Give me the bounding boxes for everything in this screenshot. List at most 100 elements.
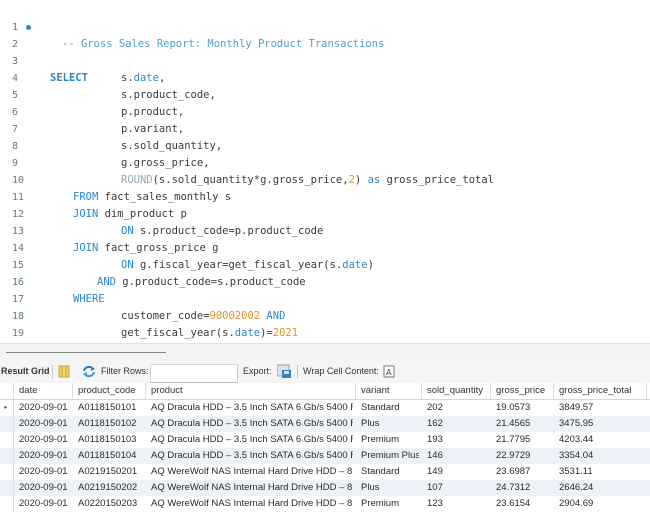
cell-product-code[interactable]: A0220150203 [78, 496, 144, 512]
cell-product-code[interactable]: A0118150103 [78, 432, 144, 448]
cell-gross-price[interactable]: 19.0573 [496, 400, 552, 416]
cell-product[interactable]: AQ Dracula HDD – 3.5 Inch SATA 6 Gb/s 54… [151, 448, 353, 464]
column-divider[interactable] [553, 383, 554, 399]
cell-sold-quantity[interactable]: 146 [427, 448, 489, 464]
cell-gross-price[interactable]: 22.9729 [496, 448, 552, 464]
cell-sold-quantity[interactable]: 193 [427, 432, 489, 448]
cell-gross-price-total[interactable]: 2904.69 [559, 496, 645, 512]
cell-product-code[interactable]: A0219150202 [78, 480, 144, 496]
cell-product[interactable]: AQ Dracula HDD – 3.5 Inch SATA 6 Gb/s 54… [151, 416, 353, 432]
cell-date[interactable]: 2020-09-01 [19, 400, 71, 416]
row-selector[interactable] [0, 464, 14, 480]
code-text: 90002002 [209, 310, 261, 322]
row-selector[interactable]: • [0, 400, 14, 416]
cell-variant[interactable]: Premium [361, 496, 419, 512]
column-header-gross-price-total[interactable]: gross_price_total [559, 383, 631, 399]
row-selector[interactable] [0, 448, 14, 464]
result-grid-tab[interactable]: Result Grid [1, 366, 50, 376]
cell-gross-price[interactable]: 24.7312 [496, 480, 552, 496]
code-line-16: 16 WHERE [0, 257, 105, 305]
cell-sold-quantity[interactable]: 149 [427, 464, 489, 480]
cell-date[interactable]: 2020-09-01 [19, 480, 71, 496]
code-text: )= [260, 327, 273, 339]
cell-product-code[interactable]: A0118150102 [78, 416, 144, 432]
cell-product[interactable]: AQ WereWolf NAS Internal Hard Drive HDD … [151, 496, 353, 512]
cell-variant[interactable]: Standard [361, 400, 419, 416]
column-divider[interactable] [145, 383, 146, 399]
cell-variant[interactable]: Premium Plus [361, 448, 419, 464]
grid-view-icon[interactable] [58, 365, 70, 380]
cell-product[interactable]: AQ WereWolf NAS Internal Hard Drive HDD … [151, 480, 353, 496]
code-text: s.sold_quantity, [121, 140, 223, 152]
column-header-sold-quantity[interactable]: sold_quantity [427, 383, 483, 399]
table-row[interactable]: 2020-09-01 A0118150102 AQ Dracula HDD – 3.… [0, 416, 650, 432]
cell-gross-price[interactable]: 21.7795 [496, 432, 552, 448]
column-divider[interactable] [355, 383, 356, 399]
code-line-9: 9 ROUND(s.sold_quantity*g.gross_price,2)… [0, 138, 494, 186]
cell-variant[interactable]: Standard [361, 464, 419, 480]
cell-gross-price-total[interactable]: 2646.24 [559, 480, 645, 496]
table-row[interactable]: 2020-09-01 A0220150203 AQ WereWolf NAS Int… [0, 496, 650, 512]
line-number: 19 [12, 328, 25, 339]
code-line-10: 10 FROM fact_sales_monthly s [0, 155, 231, 203]
cell-gross-price-total[interactable]: 3849.57 [559, 400, 645, 416]
column-header-gross-price[interactable]: gross_price [496, 383, 545, 399]
table-row[interactable]: 2020-09-01 A0118150103 AQ Dracula HDD – 3.… [0, 432, 650, 448]
cell-product[interactable]: AQ Dracula HDD – 3.5 Inch SATA 6 Gb/s 54… [151, 400, 353, 416]
splitter-grip[interactable] [6, 352, 166, 353]
cell-product[interactable]: AQ Dracula HDD – 3.5 Inch SATA 6 Gb/s 54… [151, 432, 353, 448]
export-icon[interactable] [276, 364, 292, 381]
table-row[interactable]: 2020-09-01 A0219150201 AQ WereWolf NAS Int… [0, 464, 650, 480]
column-header-product[interactable]: product [151, 383, 183, 399]
cell-product-code[interactable]: A0219150201 [78, 464, 144, 480]
cell-gross-price[interactable]: 23.6987 [496, 464, 552, 480]
wrap-cell-icon[interactable]: A [383, 365, 395, 380]
column-header-date[interactable]: date [19, 383, 38, 399]
cell-sold-quantity[interactable]: 162 [427, 416, 489, 432]
refresh-icon[interactable] [82, 365, 96, 380]
cell-gross-price[interactable]: 21.4565 [496, 416, 552, 432]
cell-gross-price-total[interactable]: 3354.04 [559, 448, 645, 464]
column-header-variant[interactable]: variant [361, 383, 390, 399]
column-header-product-code[interactable]: product_code [78, 383, 136, 399]
column-divider[interactable] [490, 383, 491, 399]
cell-date[interactable]: 2020-09-01 [19, 416, 71, 432]
row-selector[interactable] [0, 416, 14, 432]
cell-variant[interactable]: Plus [361, 416, 419, 432]
cell-sold-quantity[interactable]: 202 [427, 400, 489, 416]
cell-sold-quantity[interactable]: 107 [427, 480, 489, 496]
cell-date[interactable]: 2020-09-01 [19, 496, 71, 512]
table-row[interactable]: 2020-09-01 A0118150104 AQ Dracula HDD – 3.… [0, 448, 650, 464]
row-selector[interactable] [0, 496, 14, 512]
cell-sold-quantity[interactable]: 123 [427, 496, 489, 512]
cell-gross-price-total[interactable]: 4203.44 [559, 432, 645, 448]
column-divider[interactable] [646, 383, 647, 399]
cell-gross-price-total[interactable]: 3475.95 [559, 416, 645, 432]
cell-product-code[interactable]: A0118150104 [78, 448, 144, 464]
cell-product-code[interactable]: A0118150101 [78, 400, 144, 416]
code-text: s. [121, 72, 134, 84]
panel-splitter[interactable] [0, 343, 650, 362]
row-selector[interactable] [0, 432, 14, 448]
cell-product[interactable]: AQ WereWolf NAS Internal Hard Drive HDD … [151, 464, 353, 480]
table-row[interactable]: • 2020-09-01 A0118150101 AQ Dracula HDD – 3… [0, 400, 650, 416]
code-line-6: 6 p.variant, [0, 87, 184, 135]
cell-gross-price[interactable]: 23.6154 [496, 496, 552, 512]
statement-marker-icon [26, 25, 31, 30]
column-divider[interactable] [72, 383, 73, 399]
row-selector[interactable] [0, 480, 14, 496]
table-row[interactable]: 2020-09-01 A0219150202 AQ WereWolf NAS Int… [0, 480, 650, 496]
column-divider[interactable] [421, 383, 422, 399]
grid-header-row: date product_code product variant sold_q… [0, 383, 650, 400]
cell-variant[interactable]: Plus [361, 480, 419, 496]
cell-gross-price-total[interactable]: 3531.11 [559, 464, 645, 480]
cell-variant[interactable]: Premium [361, 432, 419, 448]
result-grid[interactable]: date product_code product variant sold_q… [0, 383, 650, 512]
current-row-icon: • [4, 403, 7, 412]
cell-date[interactable]: 2020-09-01 [19, 448, 71, 464]
cell-date[interactable]: 2020-09-01 [19, 432, 71, 448]
code-line-3: 3 s.date, [0, 36, 165, 84]
cell-date[interactable]: 2020-09-01 [19, 464, 71, 480]
filter-rows-input[interactable] [150, 364, 238, 383]
sql-editor[interactable]: 1 -- Gross Sales Report: Monthly Product… [0, 0, 650, 356]
